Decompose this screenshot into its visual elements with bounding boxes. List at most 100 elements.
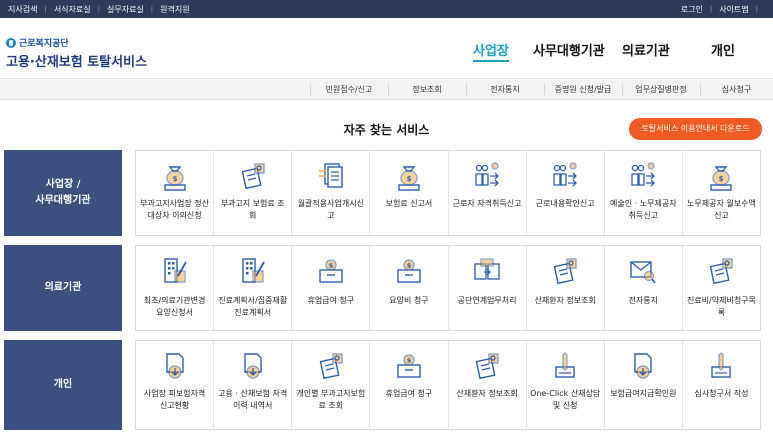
service-item-label: One-Click 산재상담 및 신청 (530, 388, 601, 412)
money-box-icon: $ (395, 256, 423, 286)
guide-download-button[interactable]: 토탈서비스 이용안내서 다운로드 (629, 118, 762, 140)
service-item[interactable]: $ 노무제공자 월보수액 신고 (683, 151, 760, 235)
money-bag-icon: $ (161, 161, 189, 191)
sub-nav-civil-report[interactable]: 민원접수/신고 (310, 79, 388, 100)
service-item-label: 예술인 · 노무제공자 취득신고 (608, 198, 679, 222)
service-item[interactable]: $ 휴업급여 청구 (370, 341, 448, 429)
document-download-icon (239, 351, 267, 381)
document-search-icon (473, 351, 501, 381)
category-medical: 의료기관 (4, 245, 122, 331)
service-item[interactable]: $ 휴업급여 청구 (292, 246, 370, 330)
document-search-icon (317, 351, 345, 381)
service-item[interactable]: 근로내용확인신고 (527, 151, 605, 235)
service-item[interactable]: 월괄적용사업개시신고 (292, 151, 370, 235)
service-item-label: 보험료 신고서 (373, 198, 444, 210)
money-box-icon: $ (395, 351, 423, 381)
service-item-label: 휴업급여 청구 (295, 295, 366, 307)
service-item-label: 고용 · 산재보험 자격 이력 내역서 (217, 388, 288, 412)
login-link[interactable]: 로그인 (681, 4, 703, 15)
service-item[interactable]: 고용 · 산재보험 자격 이력 내역서 (214, 341, 292, 429)
building-pen-icon (161, 256, 189, 286)
link-forms[interactable]: 서식자료실 (54, 4, 91, 15)
service-item[interactable]: 공단연계업무처리 (449, 246, 527, 330)
svg-text:$: $ (407, 175, 412, 183)
service-item[interactable]: 최초/의료기관변경 요양신청서 (136, 246, 214, 330)
service-item-label: 최초/의료기관변경 요양신청서 (139, 295, 210, 319)
main-nav-personal[interactable]: 개인 (711, 40, 735, 59)
people-arrow-icon (629, 161, 657, 191)
document-pen-icon (707, 351, 735, 381)
site-header: 근로복지공단 고용·산재보험 토탈서비스 사업장 사무대행기관 의료기관 개인 (0, 18, 773, 78)
people-arrow-icon (551, 161, 579, 191)
category-business: 사업장 /사무대행기관 (4, 150, 122, 236)
service-item[interactable]: 예술인 · 노무제공자 취득신고 (605, 151, 683, 235)
service-item-label: 월괄적용사업개시신고 (295, 198, 366, 222)
service-item-label: 휴업급여 청구 (373, 388, 444, 400)
service-item-label: 부과고지 보험료 조회 (217, 198, 288, 222)
svg-text:$: $ (719, 175, 724, 183)
service-item[interactable]: 진료비/약제비청구목록 (683, 246, 760, 330)
service-item[interactable]: $ 요양비 청구 (370, 246, 448, 330)
service-item[interactable]: 사업장 피보험자격 신고현황 (136, 341, 214, 429)
service-item[interactable]: 산재환자 정보조회 (527, 246, 605, 330)
main-nav-agency[interactable]: 사무대행기관 (533, 40, 605, 59)
category-personal: 개인 (4, 340, 122, 430)
service-item[interactable]: 산재환자 정보조회 (449, 341, 527, 429)
service-item-label: 근로자 자격취득신고 (452, 198, 523, 210)
document-download-icon (629, 351, 657, 381)
service-item[interactable]: 보험급여지급확인원 (605, 341, 683, 429)
service-item-label: 사업장 피보험자격 신고현황 (139, 388, 210, 412)
service-item-label: 개인별 부과고지보험료 조회 (295, 388, 366, 412)
main-nav: 사업장 사무대행기관 의료기관 개인 (0, 40, 773, 60)
service-item[interactable]: $ 보험료 신고서 (370, 151, 448, 235)
svg-text:$: $ (407, 357, 412, 365)
link-remote-support[interactable]: 원격지원 (160, 4, 189, 15)
money-bag-icon: $ (707, 161, 735, 191)
document-pen-icon (551, 351, 579, 381)
money-box-icon: $ (317, 256, 345, 286)
sitemap-link[interactable]: 사이트맵 (719, 4, 748, 15)
link-branch-search[interactable]: 지사검색 (8, 4, 37, 15)
building-pen-icon (239, 256, 267, 286)
service-item-label: 노무제공자 월보수액 신고 (686, 198, 757, 222)
document-download-icon (161, 351, 189, 381)
service-item[interactable]: One-Click 산재상담 및 신청 (527, 341, 605, 429)
service-item[interactable]: 부과고지 보험료 조회 (214, 151, 292, 235)
service-row-business: 사업장 /사무대행기관 $ 부과고지사업장 정산대상자 이의신청 부과고지 보험… (4, 150, 761, 236)
document-list-icon (317, 161, 345, 191)
sub-nav-review-request[interactable]: 심사청구 (700, 79, 773, 100)
link-practice-materials[interactable]: 실무자료실 (107, 4, 144, 15)
service-item[interactable]: 근로자 자격취득신고 (449, 151, 527, 235)
people-arrow-icon (473, 161, 501, 191)
service-item[interactable]: 심사청구서 작성 (683, 341, 760, 429)
sub-nav-certificate[interactable]: 증명원 신청/발급 (544, 79, 622, 100)
service-item-label: 근로내용확인신고 (530, 198, 601, 210)
service-item-label: 보험급여지급확인원 (608, 388, 679, 400)
sub-nav-e-notice[interactable]: 전자통지 (466, 79, 544, 100)
service-item[interactable]: $ 부과고지사업장 정산대상자 이의신청 (136, 151, 214, 235)
mail-search-icon (629, 256, 657, 286)
document-search-icon (239, 161, 267, 191)
document-search-icon (707, 256, 735, 286)
sub-nav: 민원접수/신고 정보조회 전자통지 증명원 신청/발급 업무상질병판정 심사청구 (0, 78, 773, 100)
main-nav-business[interactable]: 사업장 (473, 40, 509, 62)
service-item-label: 요양비 청구 (373, 295, 444, 307)
service-item-label: 산재환자 정보조회 (452, 388, 523, 400)
document-search-icon (551, 256, 579, 286)
service-row-medical: 의료기관 최초/의료기관변경 요양신청서 진료계획서/집중재활진료계획서 $ 휴업… (4, 245, 761, 331)
svg-text:$: $ (172, 175, 177, 183)
service-item-label: 전자통지 (608, 295, 679, 307)
svg-text:$: $ (329, 262, 334, 270)
sub-nav-disease-judgment[interactable]: 업무상질병판정 (622, 79, 700, 100)
service-item-label: 부과고지사업장 정산대상자 이의신청 (139, 198, 210, 222)
service-item-label: 진료비/약제비청구목록 (686, 295, 757, 319)
sub-nav-info-lookup[interactable]: 정보조회 (388, 79, 466, 100)
money-bag-icon: $ (395, 161, 423, 191)
service-item[interactable]: 개인별 부과고지보험료 조회 (292, 341, 370, 429)
service-item[interactable]: 전자통지 (605, 246, 683, 330)
service-item-label: 공단연계업무처리 (452, 295, 523, 307)
service-item-label: 심사청구서 작성 (686, 388, 757, 400)
main-nav-medical[interactable]: 의료기관 (622, 40, 670, 59)
service-item[interactable]: 진료계획서/집중재활진료계획서 (214, 246, 292, 330)
document-link-icon (473, 256, 501, 286)
